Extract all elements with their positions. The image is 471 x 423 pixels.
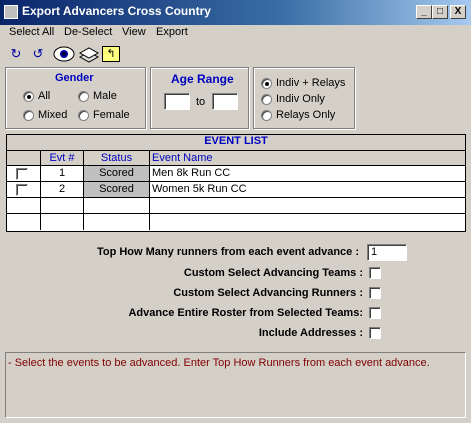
menu-view[interactable]: View [122, 26, 146, 38]
row-status: Scored [84, 182, 150, 198]
include-addresses-checkbox[interactable] [369, 327, 381, 339]
window-title: Export Advancers Cross Country [22, 4, 211, 18]
col-header-select [7, 151, 41, 166]
empty-cell [150, 198, 465, 214]
entire-roster-checkbox[interactable] [369, 307, 381, 319]
table-row[interactable] [7, 166, 41, 182]
close-button[interactable]: X [450, 5, 466, 19]
custom-teams-label: Custom Select Advancing Teams : [183, 267, 363, 279]
row-evt-number: 2 [41, 182, 84, 198]
indiv-relays-radio[interactable] [261, 78, 272, 89]
top-how-many-input[interactable]: 1 [367, 244, 407, 261]
gender-female-label[interactable]: Female [93, 109, 130, 121]
custom-teams-checkbox[interactable] [369, 267, 381, 279]
age-to-label: to [196, 96, 206, 108]
toolbar: ↻ ↺ ↰ [0, 43, 471, 65]
empty-cell [7, 198, 41, 214]
empty-cell [41, 214, 84, 230]
empty-cell [84, 214, 150, 230]
stack-icon[interactable] [78, 45, 100, 63]
empty-cell [41, 198, 84, 214]
indiv-only-radio[interactable] [261, 94, 272, 105]
minimize-button[interactable]: _ [416, 5, 432, 19]
title-bar[interactable]: Export Advancers Cross Country _ □ X [0, 0, 471, 25]
gender-mixed-label[interactable]: Mixed [38, 109, 67, 121]
row-checkbox[interactable] [16, 184, 28, 196]
include-addresses-label: Include Addresses : [258, 327, 363, 339]
menu-bar: Select All De-Select View Export [0, 25, 471, 43]
event-list-title: EVENT LIST [7, 135, 465, 151]
menu-de-select[interactable]: De-Select [64, 26, 112, 38]
entire-roster-label: Advance Entire Roster from Selected Team… [128, 307, 363, 319]
event-list-grid: EVENT LIST Evt # Status Event Name 1 Sco… [6, 134, 466, 232]
status-message: - Select the events to be advanced. Ente… [8, 357, 430, 369]
empty-cell [150, 214, 465, 230]
gender-all-radio[interactable] [23, 91, 34, 102]
maximize-button[interactable]: □ [432, 5, 448, 19]
row-status: Scored [84, 166, 150, 182]
age-to-input[interactable] [212, 93, 238, 110]
gender-mixed-radio[interactable] [23, 110, 34, 121]
empty-cell [84, 198, 150, 214]
row-checkbox[interactable] [16, 168, 28, 180]
row-evt-number: 1 [41, 166, 84, 182]
indiv-relays-label[interactable]: Indiv + Relays [276, 77, 345, 89]
col-header-evt[interactable]: Evt # [41, 151, 84, 166]
col-header-status[interactable]: Status [84, 151, 150, 166]
gender-all-label[interactable]: All [38, 90, 50, 102]
age-from-input[interactable] [164, 93, 190, 110]
custom-runners-checkbox[interactable] [369, 287, 381, 299]
eye-icon[interactable] [52, 45, 76, 63]
row-event-name[interactable]: Women 5k Run CC [150, 182, 465, 198]
folder-up-icon[interactable]: ↰ [102, 46, 120, 62]
empty-cell [7, 214, 41, 230]
col-header-event-name[interactable]: Event Name [150, 151, 465, 166]
app-icon [4, 5, 18, 19]
row-event-name[interactable]: Men 8k Run CC [150, 166, 465, 182]
relays-only-radio[interactable] [261, 110, 272, 121]
indiv-only-label[interactable]: Indiv Only [276, 93, 325, 105]
relays-only-label[interactable]: Relays Only [276, 109, 335, 121]
gender-male-radio[interactable] [78, 91, 89, 102]
gender-male-label[interactable]: Male [93, 90, 117, 102]
gender-female-radio[interactable] [78, 110, 89, 121]
gender-title: Gender [55, 72, 94, 84]
undo-icon[interactable]: ↺ [28, 45, 48, 63]
menu-select-all[interactable]: Select All [9, 26, 54, 38]
age-range-title: Age Range [171, 72, 234, 86]
redo-icon[interactable]: ↻ [6, 45, 26, 63]
top-how-many-label: Top How Many runners from each event adv… [96, 246, 359, 258]
custom-runners-label: Custom Select Advancing Runners : [173, 287, 363, 299]
table-row[interactable] [7, 182, 41, 198]
menu-export[interactable]: Export [156, 26, 188, 38]
